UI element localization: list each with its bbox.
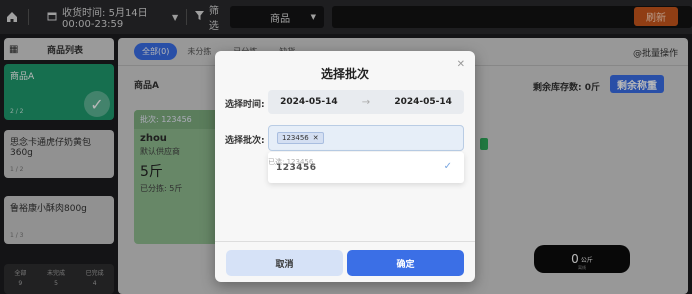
time-label: 选择时间: (225, 100, 265, 110)
selected-batch-chip: 123456 ✕ (277, 132, 324, 144)
close-icon[interactable]: ✕ (313, 134, 319, 142)
confirm-button[interactable]: 确定 (347, 250, 464, 276)
check-icon: ✓ (443, 161, 452, 172)
date-start[interactable]: 2024-05-14 (280, 97, 338, 107)
dialog-title: 选择批次 (320, 67, 369, 81)
batch-label: 选择批次: (225, 136, 265, 146)
cancel-button[interactable]: 取消 (226, 250, 343, 276)
batch-dropdown: 已选: 123456 123456 ✓ (268, 152, 464, 183)
arrow-right-icon: → (361, 96, 371, 108)
batch-option[interactable]: 123456 (276, 163, 317, 173)
divider (215, 241, 475, 242)
batch-select[interactable]: 123456 ✕ (268, 125, 464, 151)
date-end[interactable]: 2024-05-14 (394, 97, 452, 107)
date-range-picker[interactable]: 2024-05-14 → 2024-05-14 (268, 90, 464, 114)
select-batch-dialog: 选择批次 ✕ 选择时间: 2024-05-14 → 2024-05-14 选择批… (215, 51, 475, 282)
close-icon[interactable]: ✕ (457, 59, 465, 70)
chip-label: 123456 (282, 134, 309, 142)
